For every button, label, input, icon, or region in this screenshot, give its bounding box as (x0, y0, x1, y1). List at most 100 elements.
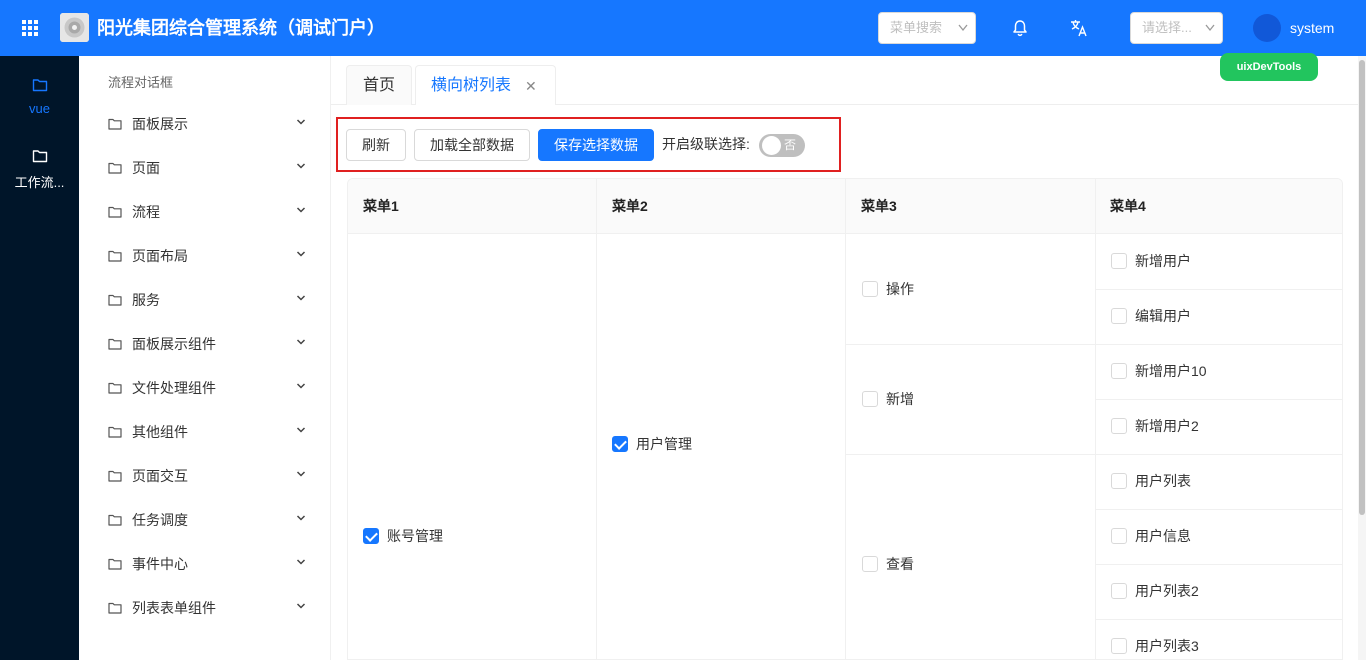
checkbox[interactable] (1111, 417, 1127, 434)
app-grid-icon[interactable] (22, 20, 38, 36)
sidebar-item[interactable]: 服务 (79, 278, 330, 322)
column-header: 菜单3 (846, 179, 1095, 234)
chevron-down-icon (296, 471, 306, 477)
cascade-switch[interactable]: 否 (759, 134, 805, 157)
tab-label: 横向树列表 (431, 77, 512, 94)
checkbox[interactable] (862, 281, 878, 297)
tree-checkbox-item[interactable]: 新增用户 (1111, 252, 1191, 270)
checkbox-label: 编辑用户 (1135, 307, 1191, 324)
checkbox-label: 查看 (886, 556, 914, 572)
checkbox[interactable] (1111, 527, 1127, 544)
refresh-button[interactable]: 刷新 (346, 129, 406, 161)
column-header: 菜单4 (1095, 179, 1342, 234)
chevron-down-icon (296, 339, 306, 345)
checkbox-label: 操作 (886, 281, 914, 297)
switch-knob (762, 136, 781, 155)
sidebar-item-label: 面板展示 (132, 116, 188, 132)
user-avatar[interactable] (1253, 14, 1281, 42)
tree-checkbox-item[interactable]: 用户信息 (1111, 527, 1191, 545)
checkbox[interactable] (1111, 307, 1127, 324)
checkbox[interactable] (1111, 252, 1127, 269)
sidebar-item-label: 列表表单组件 (132, 600, 216, 616)
sidebar-item[interactable]: 流程 (79, 190, 330, 234)
checkbox-label: 用户列表3 (1135, 637, 1199, 654)
tree-checkbox-item[interactable]: 用户列表3 (1111, 637, 1199, 655)
checkbox[interactable] (363, 528, 379, 544)
chevron-down-icon (296, 295, 306, 301)
checkbox[interactable] (1111, 362, 1127, 379)
checkbox[interactable] (862, 391, 878, 407)
tree-checkbox-item[interactable]: 用户管理 (612, 435, 692, 453)
folder-icon (108, 294, 122, 306)
chevron-down-icon (296, 383, 306, 389)
sidebar-item[interactable]: 任务调度 (79, 498, 330, 542)
chevron-down-icon (296, 559, 306, 565)
checkbox[interactable] (1111, 582, 1127, 599)
sidebar-item[interactable]: 列表表单组件 (79, 586, 330, 630)
row-divider (846, 344, 1095, 345)
column-header: 菜单1 (348, 179, 596, 234)
bell-icon[interactable] (1011, 19, 1029, 37)
column-header: 菜单2 (597, 179, 846, 234)
tree-checkbox-item[interactable]: 新增 (862, 390, 914, 408)
username[interactable]: system (1290, 20, 1334, 36)
sidebar-item[interactable]: 页面 (79, 146, 330, 190)
sidebar-item[interactable]: 面板展示组件 (79, 322, 330, 366)
sidebar-item[interactable]: 文件处理组件 (79, 366, 330, 410)
sidebar-item-label: 面板展示组件 (132, 336, 216, 352)
rail-item-workflow[interactable]: 工作流... (0, 149, 79, 191)
checkbox[interactable] (1111, 472, 1127, 489)
language-select[interactable]: 请选择... (1130, 12, 1223, 44)
checkbox-label: 新增 (886, 391, 914, 407)
tab-horizontal-tree-list[interactable]: 横向树列表 ✕ (415, 65, 556, 105)
dev-tools-badge[interactable]: uixDevTools (1220, 53, 1318, 81)
tab-home[interactable]: 首页 (346, 65, 412, 105)
sidebar-item[interactable]: 其他组件 (79, 410, 330, 454)
language-select-placeholder: 请选择... (1142, 20, 1192, 35)
folder-icon (108, 250, 122, 262)
scrollbar[interactable] (1358, 56, 1366, 660)
save-selection-button[interactable]: 保存选择数据 (538, 129, 654, 161)
tree-checkbox-item[interactable]: 账号管理 (363, 527, 443, 545)
folder-icon (32, 79, 47, 92)
checkbox[interactable] (862, 556, 878, 572)
tree-checkbox-item[interactable]: 用户列表 (1111, 472, 1191, 490)
sidebar-item-flow-dialog[interactable]: 流程对话框 (108, 72, 173, 91)
sidebar-item-label: 任务调度 (132, 512, 188, 528)
tree-checkbox-item[interactable]: 操作 (862, 280, 914, 298)
tree-checkbox-item[interactable]: 新增用户2 (1111, 417, 1199, 435)
checkbox-label: 账号管理 (387, 528, 443, 544)
row-divider (1096, 509, 1342, 510)
app-title: 阳光集团综合管理系统（调试门户） (97, 18, 385, 38)
tree-checkbox-item[interactable]: 新增用户10 (1111, 362, 1207, 380)
sidebar-item-label: 其他组件 (132, 424, 188, 440)
checkbox[interactable] (612, 436, 628, 452)
tree-checkbox-item[interactable]: 编辑用户 (1111, 307, 1191, 325)
checkbox-label: 用户列表2 (1135, 582, 1199, 599)
sidebar-item[interactable]: 页面布局 (79, 234, 330, 278)
tree-checkbox-item[interactable]: 查看 (862, 555, 914, 573)
menu-search-select[interactable]: 菜单搜索 (878, 12, 976, 44)
switch-text: 否 (784, 138, 797, 152)
chevron-down-icon (296, 603, 306, 609)
rail-item-vue[interactable]: vue (0, 78, 79, 116)
translate-icon[interactable] (1069, 18, 1089, 38)
checkbox[interactable] (1111, 637, 1127, 654)
tree-checkbox-item[interactable]: 用户列表2 (1111, 582, 1199, 600)
sidebar-menu: 流程对话框 面板展示页面流程页面布局 服务面板展示组件文件处理组件其他组件页面交互… (79, 56, 331, 660)
checkbox-label: 新增用户10 (1135, 362, 1207, 379)
folder-icon (108, 118, 122, 130)
scrollbar-thumb[interactable] (1359, 60, 1365, 515)
sidebar-item[interactable]: 页面交互 (79, 454, 330, 498)
close-icon[interactable]: ✕ (525, 66, 537, 106)
load-all-button[interactable]: 加载全部数据 (414, 129, 530, 161)
tab-label: 首页 (362, 77, 395, 94)
chevron-down-icon (296, 515, 306, 521)
sidebar-item[interactable]: 面板展示 (79, 102, 330, 146)
sidebar-item[interactable]: 事件中心 (79, 542, 330, 586)
column-divider (845, 179, 846, 659)
chevron-down-icon (957, 13, 969, 54)
folder-icon (108, 558, 122, 570)
sidebar-item-label: 流程 (132, 204, 160, 220)
chevron-down-icon (296, 251, 306, 257)
